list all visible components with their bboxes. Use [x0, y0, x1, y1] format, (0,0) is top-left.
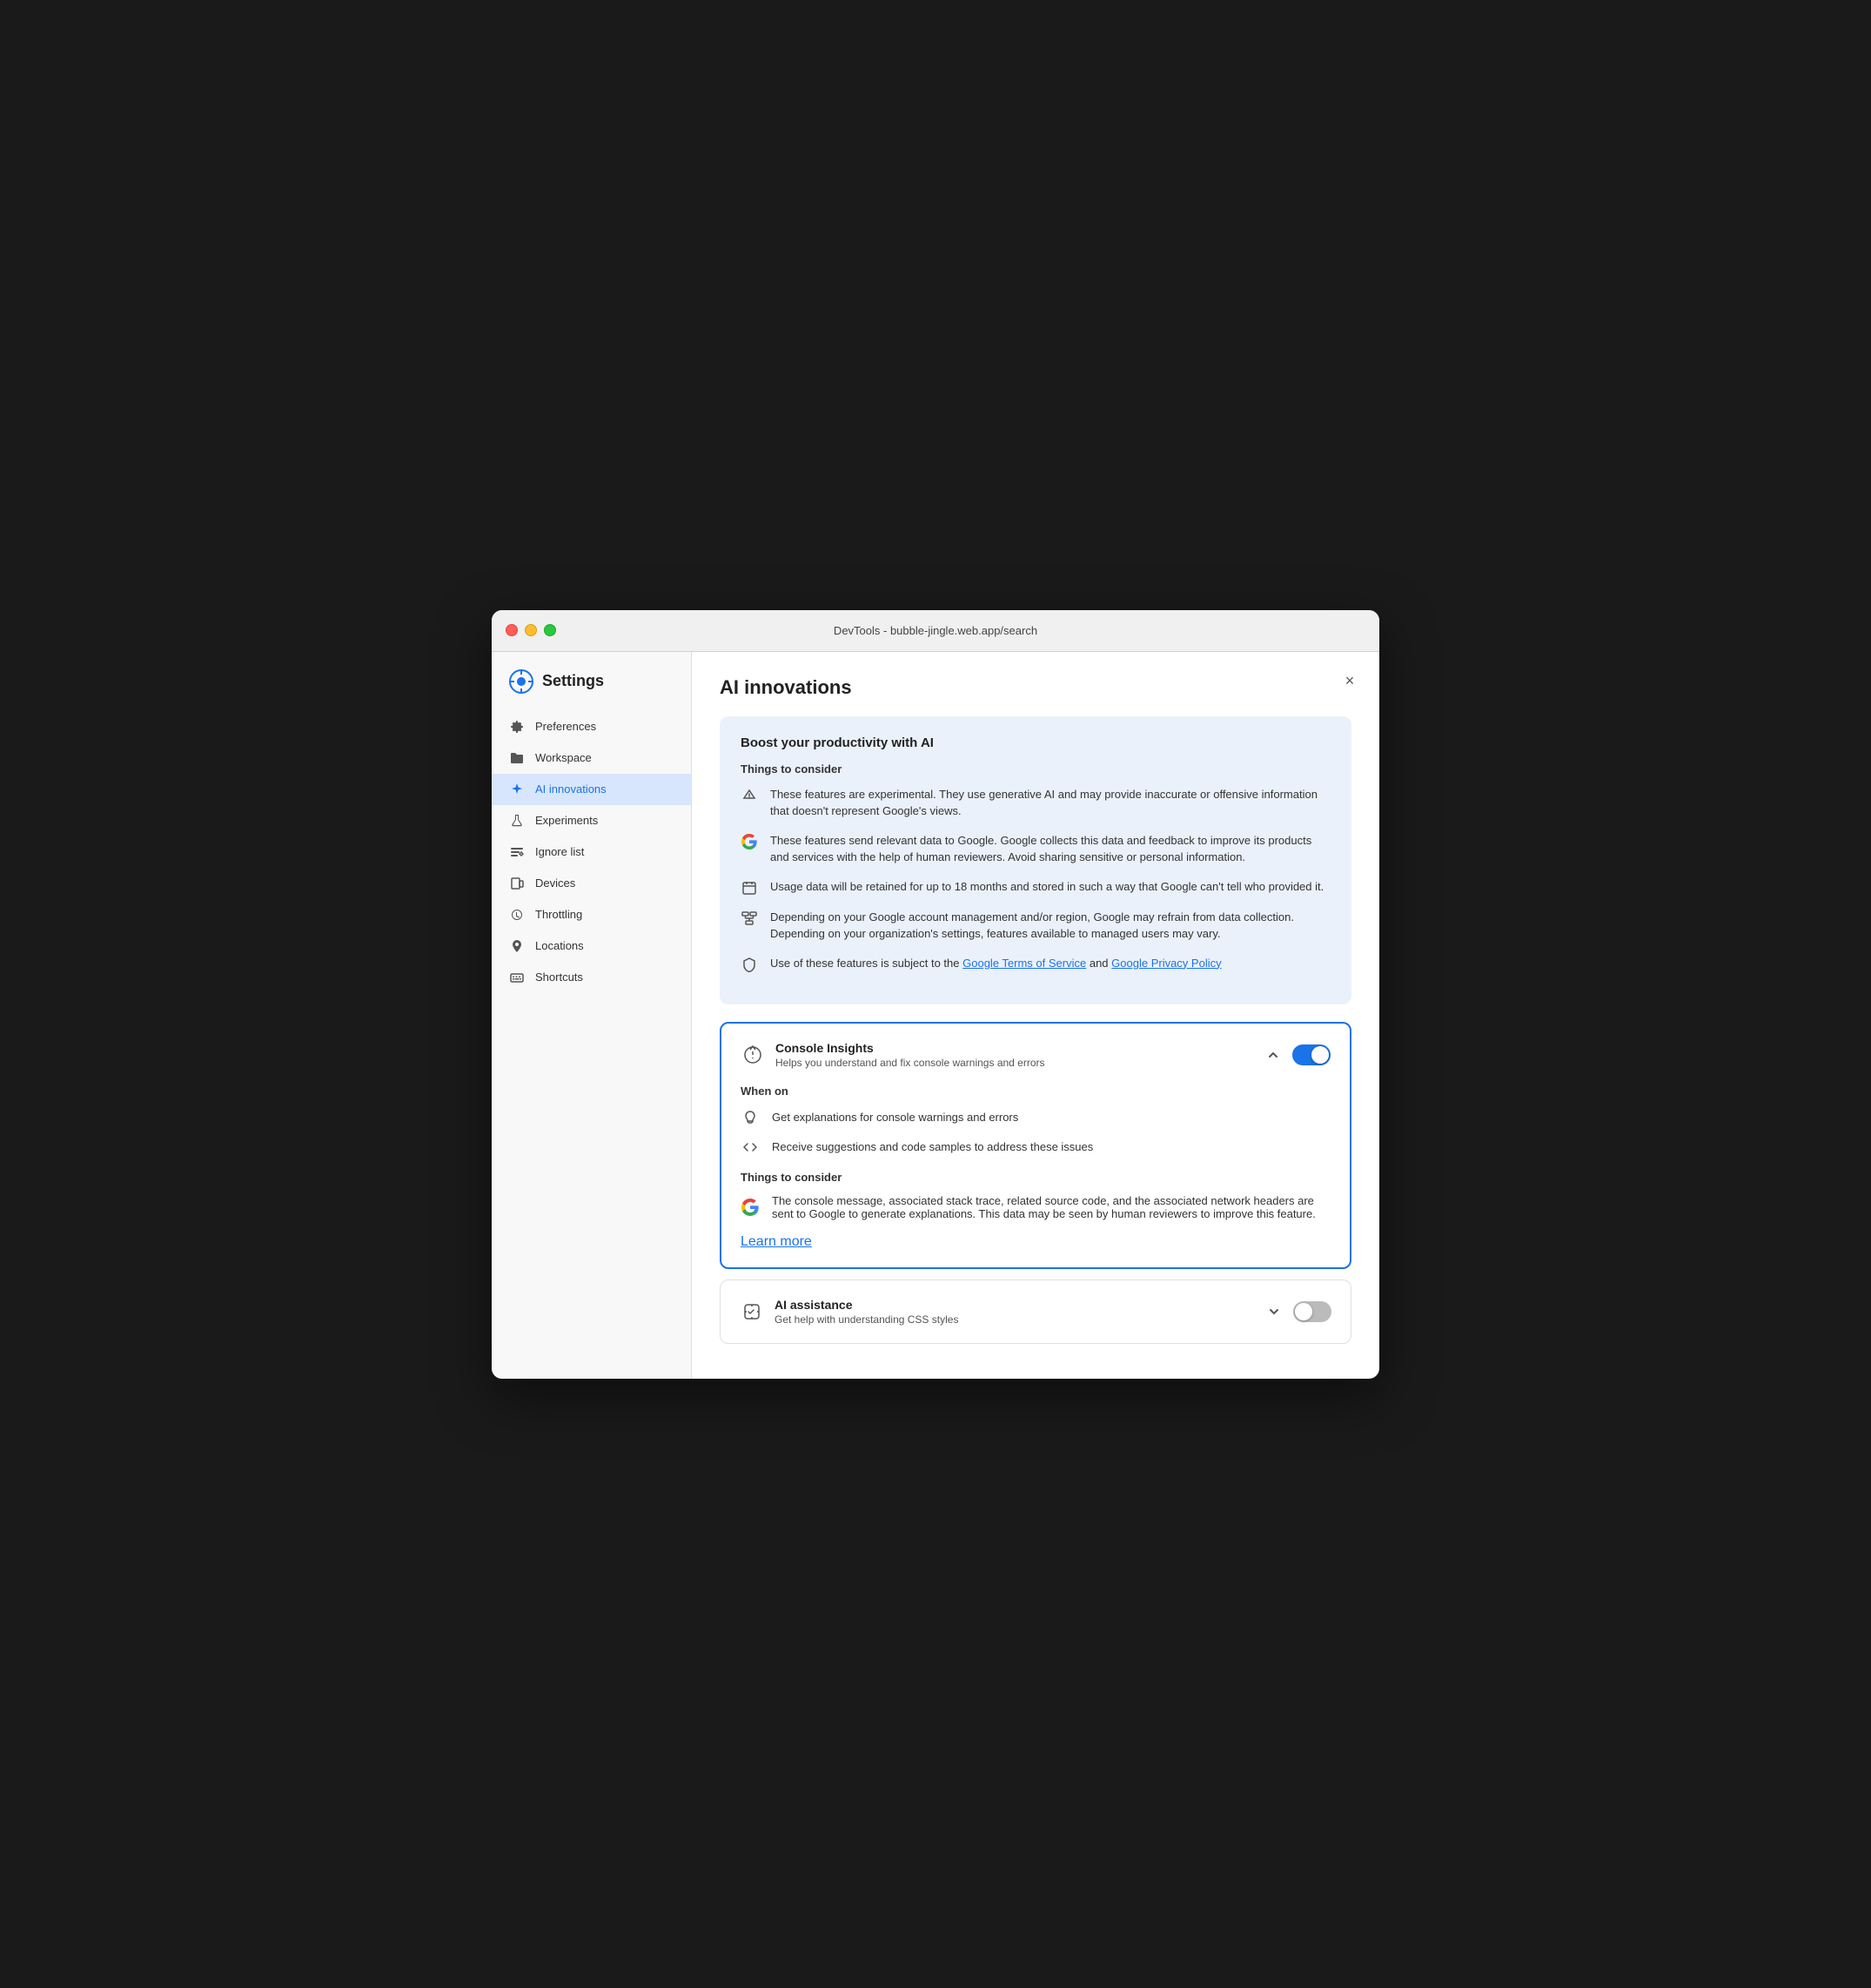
- maximize-traffic-light[interactable]: [544, 624, 556, 636]
- traffic-lights: [506, 624, 556, 636]
- ignore-list-label: Ignore list: [535, 845, 584, 858]
- ai-assistance-icon: [740, 1300, 764, 1324]
- content-area: Settings Preferences: [492, 652, 1379, 1379]
- code-icon: [741, 1138, 760, 1157]
- minimize-traffic-light[interactable]: [525, 624, 537, 636]
- keyboard-icon: [509, 970, 525, 985]
- info-item-text-4: Depending on your Google account managem…: [770, 909, 1331, 943]
- console-insights-card: Console Insights Helps you understand an…: [720, 1022, 1351, 1269]
- info-item-5: Use of these features is subject to the …: [741, 955, 1331, 973]
- info-item-2: These features send relevant data to Goo…: [741, 832, 1331, 866]
- terms-of-service-link[interactable]: Google Terms of Service: [962, 957, 1086, 970]
- gear-icon: [509, 719, 525, 735]
- console-insights-toggle[interactable]: [1292, 1044, 1331, 1065]
- titlebar: DevTools - bubble-jingle.web.app/search: [492, 610, 1379, 652]
- things-item-1: The console message, associated stack tr…: [741, 1194, 1331, 1220]
- console-insights-title: Console Insights: [775, 1041, 1045, 1055]
- settings-logo-icon: [509, 669, 533, 694]
- info-box-title: Boost your productivity with AI: [741, 735, 1331, 750]
- sidebar-item-ai-innovations[interactable]: AI innovations: [492, 774, 691, 805]
- info-item-4: Depending on your Google account managem…: [741, 909, 1331, 943]
- when-on-text-1: Get explanations for console warnings an…: [772, 1111, 1018, 1124]
- console-insights-chevron-up[interactable]: [1264, 1046, 1282, 1064]
- devices-label: Devices: [535, 876, 575, 890]
- learn-more-container: Learn more: [741, 1234, 1331, 1250]
- ignore-icon: [509, 844, 525, 860]
- throttling-label: Throttling: [535, 908, 582, 921]
- info-item-1: These features are experimental. They us…: [741, 786, 1331, 820]
- ai-innovations-label: AI innovations: [535, 782, 607, 796]
- toggle-knob: [1311, 1046, 1329, 1064]
- learn-more-link[interactable]: Learn more: [741, 1234, 812, 1249]
- main-content: × AI innovations Boost your productivity…: [692, 652, 1379, 1379]
- sidebar-item-locations[interactable]: Locations: [492, 930, 691, 962]
- info-item-3: Usage data will be retained for up to 18…: [741, 878, 1331, 897]
- info-item-text-1: These features are experimental. They us…: [770, 786, 1331, 820]
- close-button[interactable]: ×: [1338, 669, 1362, 694]
- sidebar-item-ignore-list[interactable]: Ignore list: [492, 836, 691, 868]
- ai-assistance-info: AI assistance Get help with understandin…: [775, 1298, 958, 1326]
- google-icon: [741, 833, 758, 850]
- ai-assistance-controls: [1265, 1301, 1331, 1322]
- preferences-label: Preferences: [535, 720, 596, 733]
- things-to-consider-subtitle: Things to consider: [741, 762, 1331, 776]
- devtools-window: DevTools - bubble-jingle.web.app/search …: [492, 610, 1379, 1379]
- console-insights-header-left: Console Insights Helps you understand an…: [741, 1041, 1045, 1069]
- sidebar-item-shortcuts[interactable]: Shortcuts: [492, 962, 691, 993]
- things-to-consider-title: Things to consider: [741, 1171, 1331, 1184]
- info-box: Boost your productivity with AI Things t…: [720, 716, 1351, 1004]
- shortcuts-label: Shortcuts: [535, 970, 583, 984]
- shield-icon: [741, 956, 758, 973]
- when-on-text-2: Receive suggestions and code samples to …: [772, 1140, 1093, 1153]
- page-title: AI innovations: [720, 676, 1351, 699]
- ai-assistance-toggle[interactable]: [1293, 1301, 1331, 1322]
- sidebar: Settings Preferences: [492, 652, 692, 1379]
- console-insights-header: Console Insights Helps you understand an…: [741, 1041, 1331, 1069]
- ai-assistance-chevron-down[interactable]: [1265, 1303, 1283, 1320]
- console-insights-desc: Helps you understand and fix console war…: [775, 1057, 1045, 1069]
- location-icon: [509, 938, 525, 954]
- titlebar-title: DevTools - bubble-jingle.web.app/search: [834, 624, 1037, 637]
- sidebar-item-preferences[interactable]: Preferences: [492, 711, 691, 742]
- sidebar-header: Settings: [492, 669, 691, 711]
- when-on-title: When on: [741, 1085, 1331, 1098]
- google-icon-2: [741, 1198, 760, 1217]
- ai-assistance-header: AI assistance Get help with understandin…: [740, 1298, 1331, 1326]
- info-item-text-5: Use of these features is subject to the …: [770, 955, 1222, 972]
- info-item-text-3: Usage data will be retained for up to 18…: [770, 878, 1324, 896]
- things-text-1: The console message, associated stack tr…: [772, 1194, 1331, 1220]
- sidebar-item-workspace[interactable]: Workspace: [492, 742, 691, 774]
- calendar-icon: [741, 879, 758, 897]
- when-on-item-2: Receive suggestions and code samples to …: [741, 1138, 1331, 1157]
- console-insights-info: Console Insights Helps you understand an…: [775, 1041, 1045, 1069]
- flask-icon: [509, 813, 525, 829]
- close-traffic-light[interactable]: [506, 624, 518, 636]
- experimental-icon: [741, 787, 758, 804]
- device-icon: [509, 876, 525, 891]
- ai-assistance-card: AI assistance Get help with understandin…: [720, 1279, 1351, 1344]
- sidebar-title: Settings: [542, 672, 604, 690]
- org-icon: [741, 910, 758, 927]
- throttle-icon: [509, 907, 525, 923]
- sidebar-item-devices[interactable]: Devices: [492, 868, 691, 899]
- locations-label: Locations: [535, 939, 584, 952]
- workspace-label: Workspace: [535, 751, 592, 764]
- ai-assistance-toggle-knob: [1295, 1303, 1312, 1320]
- when-on-item-1: Get explanations for console warnings an…: [741, 1108, 1331, 1127]
- ai-assistance-desc: Get help with understanding CSS styles: [775, 1313, 958, 1326]
- lightbulb-icon: [741, 1108, 760, 1127]
- console-insights-icon: [741, 1043, 765, 1067]
- ai-assistance-header-left: AI assistance Get help with understandin…: [740, 1298, 958, 1326]
- experiments-label: Experiments: [535, 814, 598, 827]
- sparkle-icon: [509, 782, 525, 797]
- folder-icon: [509, 750, 525, 766]
- sidebar-item-throttling[interactable]: Throttling: [492, 899, 691, 930]
- privacy-policy-link[interactable]: Google Privacy Policy: [1111, 957, 1221, 970]
- sidebar-item-experiments[interactable]: Experiments: [492, 805, 691, 836]
- info-item-text-2: These features send relevant data to Goo…: [770, 832, 1331, 866]
- console-insights-controls: [1264, 1044, 1331, 1065]
- console-insights-body: When on Get explanations for console war…: [741, 1085, 1331, 1250]
- ai-assistance-title: AI assistance: [775, 1298, 958, 1312]
